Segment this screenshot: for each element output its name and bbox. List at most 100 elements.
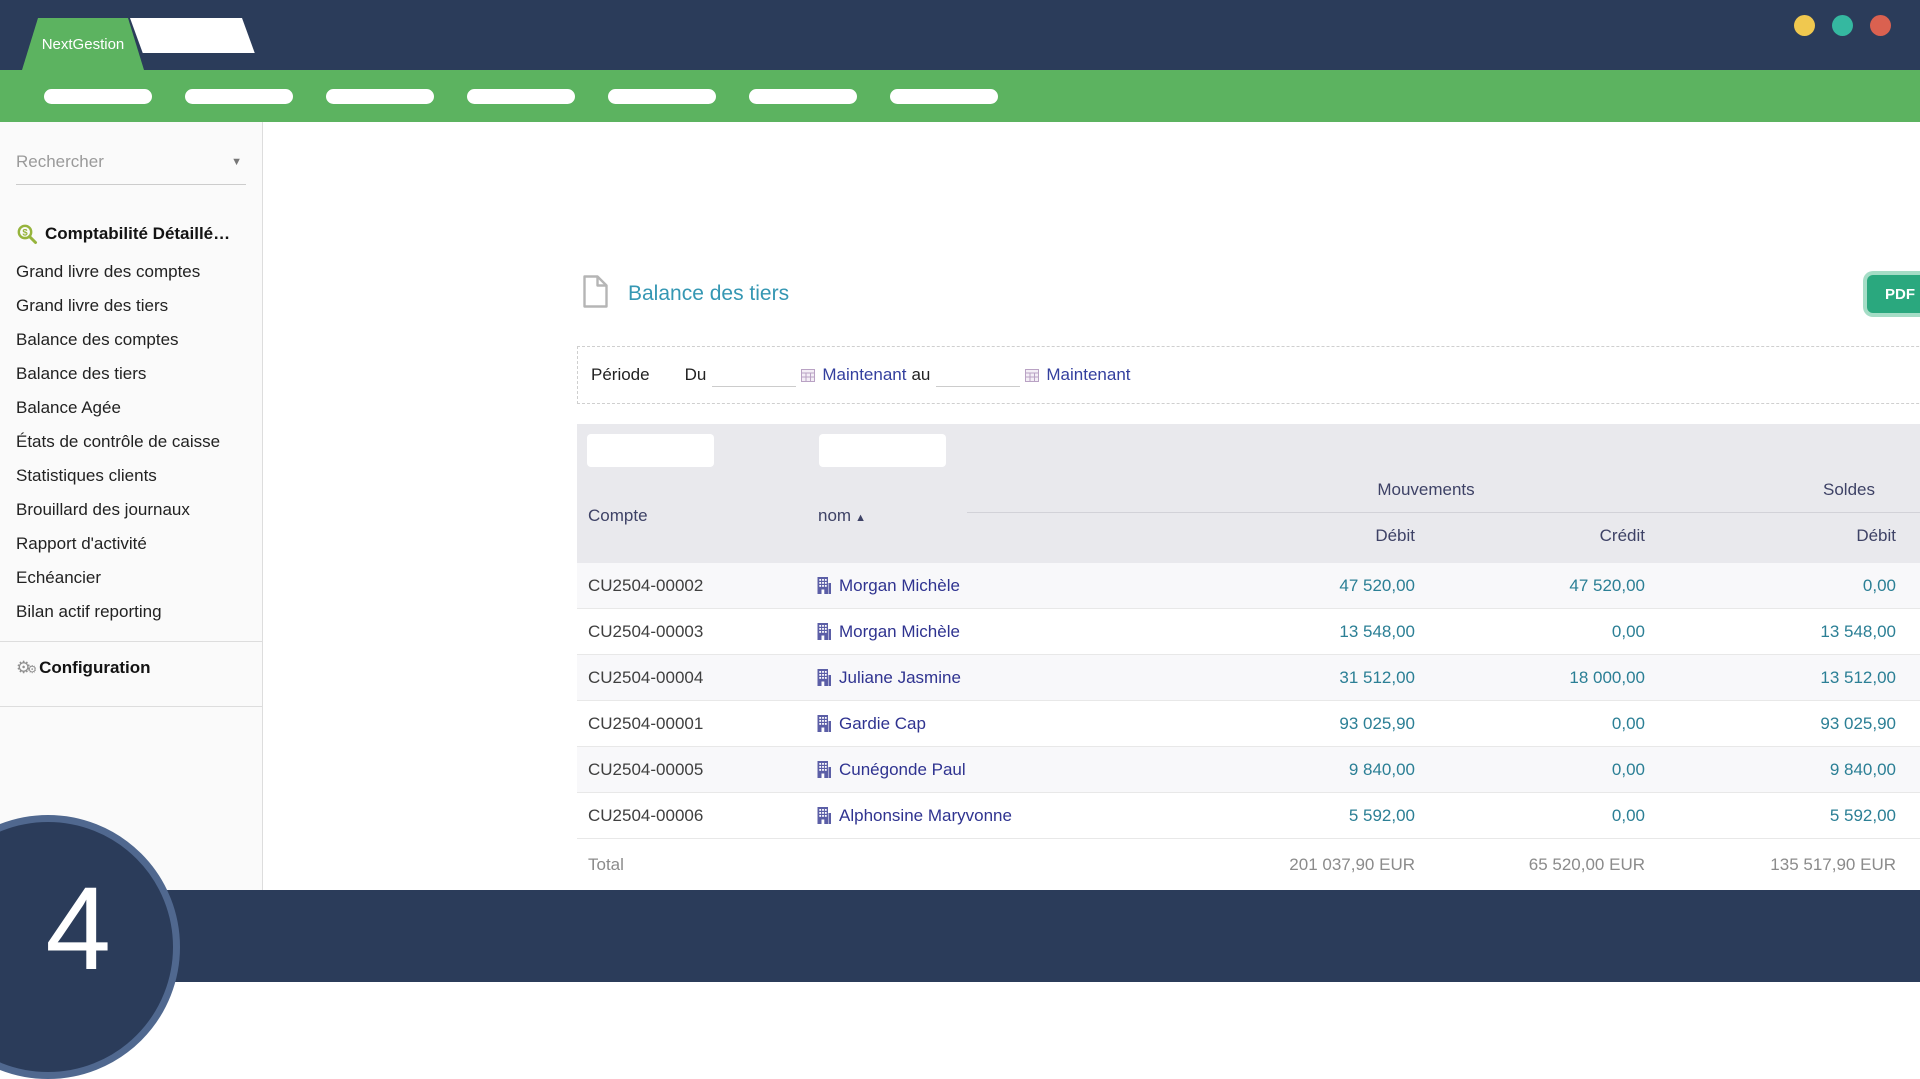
row-solde-credit: 0,00 [1896,622,1920,642]
sidebar-menu-item[interactable]: Echéancier [16,561,262,595]
column-header-row: Compte nom ▲ [577,506,1920,526]
active-tab-placeholder[interactable] [130,18,255,53]
step-number: 4 [45,863,111,995]
chevron-down-icon: ▼ [231,156,242,168]
calendar-icon[interactable] [1025,368,1040,382]
nav-item-placeholder[interactable] [608,88,716,104]
total-mvt-debit: 201 037,90 EUR [1289,855,1415,874]
sidebar-menu-item[interactable]: Bilan actif reporting [16,595,262,629]
window-controls [1794,15,1891,36]
building-icon [817,761,831,778]
row-compte: CU2504-00004 [588,667,704,687]
nav-item-placeholder[interactable] [467,88,575,104]
row-mvt-credit: 0,00 [1611,759,1645,779]
sidebar-menu-item[interactable]: Statistiques clients [16,459,262,493]
page-header: Balance des tiers PDF EXCEL 25 [577,272,1920,322]
total-label: Total [588,855,624,874]
row-compte: CU2504-00005 [588,759,704,779]
brand-tab[interactable]: NextGestion [22,18,144,70]
row-nom-link[interactable]: Cunégonde Paul [817,760,1207,780]
sidebar-menu-item[interactable]: Brouillard des journaux [16,493,262,527]
total-solde-debit: 135 517,90 EUR [1770,855,1896,874]
column-header-mvt-debit[interactable]: Débit [1207,526,1415,549]
column-header-solde-credit[interactable]: Crédit [1896,526,1920,549]
column-header-solde-debit[interactable]: Débit [1645,526,1896,549]
column-header-compte[interactable]: Compte [577,506,817,526]
row-mvt-debit: 13 548,00 [1339,621,1415,641]
sidebar-menu-item[interactable]: États de contrôle de caisse [16,425,262,459]
row-compte: CU2504-00002 [588,575,704,595]
sidebar-menu-item[interactable]: Grand livre des tiers [16,289,262,323]
window-dot-teal-icon[interactable] [1832,15,1853,36]
row-nom-link[interactable]: Morgan Michèle [817,576,1207,596]
sidebar-search-select[interactable]: Rechercher ▼ [16,148,246,185]
gears-icon: ⚙⚙ [16,658,37,677]
subheader-row: Débit Crédit Débit Crédit [577,526,1920,549]
row-mvt-credit: 0,00 [1611,621,1645,641]
pdf-button[interactable]: PDF [1867,275,1920,313]
nav-item-placeholder[interactable] [185,88,293,104]
building-icon [817,715,831,732]
top-navbar: NextGestion [0,0,1920,70]
nav-item-placeholder[interactable] [890,88,998,104]
row-mvt-credit: 0,00 [1611,805,1645,825]
row-nom-link[interactable]: Juliane Jasmine [817,668,1207,688]
period-from-input[interactable] [712,363,797,387]
period-from-value[interactable]: Maintenant [822,365,906,385]
page-title: Balance des tiers [628,282,790,305]
sidebar-section-comptabilite[interactable]: $ Comptabilité Détaillé… [16,223,262,245]
row-nom-link[interactable]: Alphonsine Maryvonne [817,806,1207,826]
table-row[interactable]: CU2504-00002 Morgan Michèle 47 520,00 47… [577,563,1920,609]
table-row[interactable]: CU2504-00001 Gardie Cap 93 025,90 0,00 9… [577,701,1920,747]
column-header-mvt-credit[interactable]: Crédit [1415,526,1645,549]
sidebar-section-label: Comptabilité Détaillé… [45,224,231,243]
row-nom-label: Cunégonde Paul [839,759,966,779]
row-nom-link[interactable]: Gardie Cap [817,714,1207,734]
window-dot-yellow-icon[interactable] [1794,15,1815,36]
nav-item-placeholder[interactable] [44,88,152,104]
du-label: Du [684,365,707,384]
group-header-mouvements: Mouvements [1377,480,1475,499]
svg-text:$: $ [22,227,28,238]
sidebar-search-placeholder: Rechercher [16,152,104,171]
nav-item-placeholder[interactable] [326,88,434,104]
sidebar: Rechercher ▼ $ Comptabilité Détaillé… Gr… [0,122,263,890]
total-solde-credit: 0,00 EUR [1896,855,1920,875]
row-solde-credit: 0,00 [1896,760,1920,780]
building-icon [817,623,831,640]
period-to-value[interactable]: Maintenant [1046,365,1130,385]
sidebar-menu-item[interactable]: Balance des comptes [16,323,262,357]
window-dot-red-icon[interactable] [1870,15,1891,36]
row-solde-credit: 0,00 [1896,576,1920,596]
sidebar-item-configuration[interactable]: ⚙⚙ Configuration [16,658,262,694]
table-row[interactable]: CU2504-00006 Alphonsine Maryvonne 5 592,… [577,793,1920,839]
calendar-icon[interactable] [801,368,816,382]
balance-table: ✕ Mouvements Soldes Compte nom▲ [577,424,1920,891]
compte-filter-input[interactable] [587,434,714,467]
table-row[interactable]: CU2504-00003 Morgan Michèle 13 548,00 0,… [577,609,1920,655]
row-compte: CU2504-00003 [588,621,704,641]
main-content: Balance des tiers PDF EXCEL 25 Période D… [264,122,1920,890]
sidebar-menu-item[interactable]: Balance des tiers [16,357,262,391]
group-header-soldes: Soldes [1823,480,1875,499]
row-mvt-credit: 18 000,00 [1569,667,1645,687]
row-nom-label: Gardie Cap [839,713,926,733]
row-solde-debit: 0,00 [1862,575,1896,595]
table-row[interactable]: CU2504-00005 Cunégonde Paul 9 840,00 0,0… [577,747,1920,793]
sidebar-menu-item[interactable]: Rapport d'activité [16,527,262,561]
period-to-input[interactable] [936,363,1021,387]
nom-filter-input[interactable] [819,434,946,467]
row-nom-label: Juliane Jasmine [839,667,961,687]
row-nom-link[interactable]: Morgan Michèle [817,622,1207,642]
search-dollar-icon: $ [17,224,37,244]
row-solde-debit: 13 548,00 [1820,621,1896,641]
column-header-nom[interactable]: nom ▲ [817,506,1207,526]
row-solde-debit: 5 592,00 [1829,805,1896,825]
table-row[interactable]: CU2504-00004 Juliane Jasmine 31 512,00 1… [577,655,1920,701]
table-header: ✕ Mouvements Soldes Compte nom▲ [577,424,1920,563]
row-mvt-credit: 0,00 [1611,713,1645,733]
nav-item-placeholder[interactable] [749,88,857,104]
sidebar-menu-item[interactable]: Balance Agée [16,391,262,425]
sidebar-menu-item[interactable]: Grand livre des comptes [16,255,262,289]
periode-label: Période [591,365,650,384]
